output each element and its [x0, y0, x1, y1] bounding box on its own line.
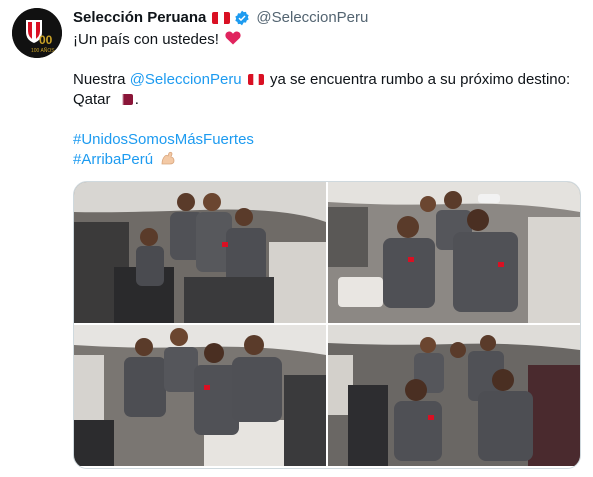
photo-1[interactable]: [74, 182, 326, 323]
author-name[interactable]: Selección Peruana: [73, 9, 206, 27]
tweet-line2-prefix: Nuestra: [73, 71, 130, 88]
photo-3[interactable]: [74, 325, 326, 466]
author-handle[interactable]: @SeleccionPeru: [256, 9, 368, 27]
peru-flag-icon: [247, 74, 264, 85]
tweet-header: Selección Peruana @SeleccionPeru: [73, 9, 368, 27]
tweet-line3-text: Qatar: [73, 91, 111, 108]
tweet-line-3: Qatar .: [73, 90, 578, 110]
avatar[interactable]: 00 100 AÑOS: [12, 8, 62, 58]
avatar-text: 100 AÑOS: [31, 47, 55, 54]
svg-text:00: 00: [39, 33, 53, 47]
verified-badge-icon: [234, 10, 250, 26]
tweet-line2-suffix: ya se encuentra rumbo a su próximo desti…: [265, 71, 571, 88]
tweet-line-4: #UnidosSomosMásFuertes: [73, 130, 578, 150]
photo-2[interactable]: [328, 182, 580, 323]
hashtag-link[interactable]: #UnidosSomosMásFuertes: [73, 131, 254, 148]
tweet-line-2: Nuestra @SeleccionPeru ya se encuentra r…: [73, 70, 578, 90]
tweet-line1-text: ¡Un país con ustedes!: [73, 31, 219, 48]
photo-4[interactable]: [328, 325, 580, 466]
mention-link[interactable]: @SeleccionPeru: [130, 71, 242, 88]
peru-flag-icon: [212, 12, 231, 24]
tweet-line-5: #ArribaPerú: [73, 150, 578, 170]
flexed-bicep-icon: [160, 150, 176, 166]
tweet-text: ¡Un país con ustedes! Nuestra @Seleccion…: [73, 30, 578, 170]
hashtag-link[interactable]: #ArribaPerú: [73, 151, 153, 168]
tweet-line3-end: .: [134, 91, 139, 108]
photo-grid: [73, 181, 581, 469]
tweet-line-1: ¡Un país con ustedes!: [73, 30, 578, 50]
red-heart-icon: [225, 31, 241, 45]
qatar-flag-icon: [116, 94, 133, 105]
